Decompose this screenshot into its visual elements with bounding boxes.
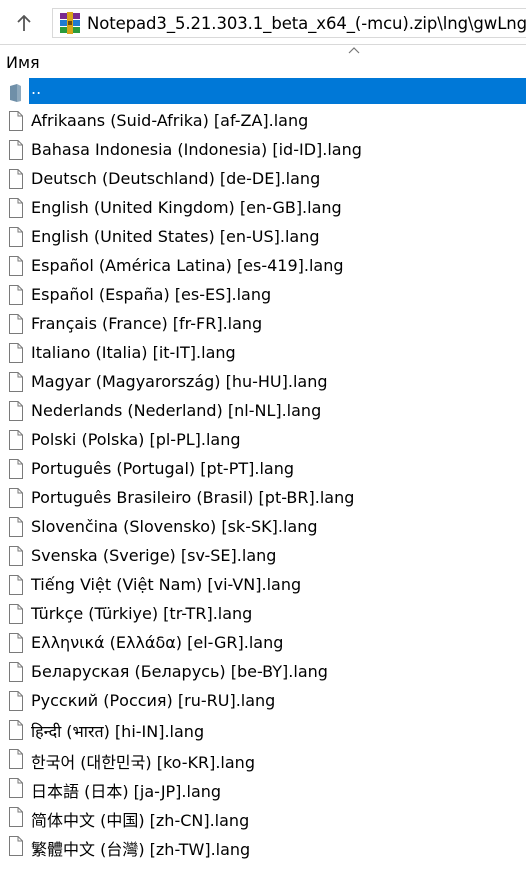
list-item[interactable]: 日本語 (日本) [ja-JP].lang <box>0 774 526 803</box>
list-item[interactable]: 繁體中文 (台灣) [zh-TW].lang <box>0 832 526 861</box>
file-icon <box>9 372 23 392</box>
list-item[interactable]: English (United Kingdom) [en-GB].lang <box>0 194 526 223</box>
list-item[interactable]: Español (América Latina) [es-419].lang <box>0 252 526 281</box>
file-name: Беларуская (Беларусь) [be-BY].lang <box>31 662 328 681</box>
list-item[interactable]: Magyar (Magyarország) [hu-HU].lang <box>0 368 526 397</box>
file-icon <box>9 836 23 856</box>
toolbar: Notepad3_5.21.303.1_beta_x64_(-mcu).zip\… <box>0 0 526 45</box>
address-path: Notepad3_5.21.303.1_beta_x64_(-mcu).zip\… <box>87 13 526 33</box>
file-name: Türkçe (Türkiye) [tr-TR].lang <box>31 604 253 623</box>
selection-highlight <box>29 78 526 104</box>
file-icon <box>9 314 23 334</box>
file-name: Français (France) [fr-FR].lang <box>31 314 263 333</box>
file-icon <box>9 401 23 421</box>
up-button[interactable] <box>8 7 40 39</box>
arrow-up-icon <box>17 15 31 31</box>
file-name: हिन्दी (भारत) [hi-IN].lang <box>31 722 205 741</box>
file-name: Português Brasileiro (Brasil) [pt-BR].la… <box>31 488 355 507</box>
list-item[interactable]: Tiếng Việt (Việt Nam) [vi-VN].lang <box>0 571 526 600</box>
sort-ascending-icon <box>348 47 360 54</box>
file-name: .. <box>31 79 42 98</box>
file-icon <box>9 459 23 479</box>
list-item[interactable]: Polski (Polska) [pl-PL].lang <box>0 426 526 455</box>
file-name: Italiano (Italia) [it-IT].lang <box>31 343 236 362</box>
file-name: 日本語 (日本) [ja-JP].lang <box>31 782 222 801</box>
list-item[interactable]: Русский (Россия) [ru-RU].lang <box>0 687 526 716</box>
file-name: Bahasa Indonesia (Indonesia) [id-ID].lan… <box>31 140 362 159</box>
file-name: Português (Portugal) [pt-PT].lang <box>31 459 294 478</box>
file-icon <box>9 778 23 798</box>
file-name: Polski (Polska) [pl-PL].lang <box>31 430 241 449</box>
file-name: 简体中文 (中国) [zh-CN].lang <box>31 811 250 830</box>
file-icon <box>9 140 23 160</box>
column-name-header[interactable]: Имя <box>6 53 40 72</box>
list-item[interactable]: Deutsch (Deutschland) [de-DE].lang <box>0 165 526 194</box>
list-item[interactable]: Ελληνικά (Ελλάδα) [el-GR].lang <box>0 629 526 658</box>
file-icon <box>9 749 23 769</box>
file-icon <box>9 807 23 827</box>
file-icon <box>9 111 23 131</box>
file-icon <box>9 633 23 653</box>
list-item[interactable]: Afrikaans (Suid-Afrika) [af-ZA].lang <box>0 107 526 136</box>
file-name: Deutsch (Deutschland) [de-DE].lang <box>31 169 321 188</box>
file-name: Svenska (Sverige) [sv-SE].lang <box>31 546 277 565</box>
list-item[interactable]: Türkçe (Türkiye) [tr-TR].lang <box>0 600 526 629</box>
column-header[interactable]: Имя <box>0 45 526 76</box>
file-icon <box>9 517 23 537</box>
file-name: Tiếng Việt (Việt Nam) [vi-VN].lang <box>31 575 302 594</box>
list-item[interactable]: Français (France) [fr-FR].lang <box>0 310 526 339</box>
list-item[interactable]: हिन्दी (भारत) [hi-IN].lang <box>0 716 526 745</box>
file-name: Español (España) [es-ES].lang <box>31 285 272 304</box>
list-item[interactable]: Bahasa Indonesia (Indonesia) [id-ID].lan… <box>0 136 526 165</box>
list-item[interactable]: Español (España) [es-ES].lang <box>0 281 526 310</box>
folder-up-icon <box>10 84 21 102</box>
file-icon <box>9 198 23 218</box>
file-icon <box>9 575 23 595</box>
file-icon <box>9 604 23 624</box>
list-item[interactable]: 简体中文 (中国) [zh-CN].lang <box>0 803 526 832</box>
file-name: English (United States) [en-US].lang <box>31 227 320 246</box>
file-name: Español (América Latina) [es-419].lang <box>31 256 344 275</box>
file-icon <box>9 662 23 682</box>
list-item[interactable]: Nederlands (Nederland) [nl-NL].lang <box>0 397 526 426</box>
list-item[interactable]: English (United States) [en-US].lang <box>0 223 526 252</box>
winrar-archive-icon <box>60 12 80 34</box>
file-icon <box>9 285 23 305</box>
parent-folder-item[interactable]: .. <box>0 78 526 107</box>
file-name: Nederlands (Nederland) [nl-NL].lang <box>31 401 322 420</box>
file-icon <box>9 546 23 566</box>
list-item[interactable]: Português (Portugal) [pt-PT].lang <box>0 455 526 484</box>
file-name: Magyar (Magyarország) [hu-HU].lang <box>31 372 328 391</box>
list-item[interactable]: Slovenčina (Slovensko) [sk-SK].lang <box>0 513 526 542</box>
file-icon <box>9 488 23 508</box>
file-name: Slovenčina (Slovensko) [sk-SK].lang <box>31 517 318 536</box>
list-item[interactable]: Svenska (Sverige) [sv-SE].lang <box>0 542 526 571</box>
address-bar[interactable]: Notepad3_5.21.303.1_beta_x64_(-mcu).zip\… <box>52 8 526 38</box>
list-item[interactable]: 한국어 (대한민국) [ko-KR].lang <box>0 745 526 774</box>
list-item[interactable]: Italiano (Italia) [it-IT].lang <box>0 339 526 368</box>
file-icon <box>9 691 23 711</box>
list-item[interactable]: Português Brasileiro (Brasil) [pt-BR].la… <box>0 484 526 513</box>
file-icon <box>9 343 23 363</box>
file-name: English (United Kingdom) [en-GB].lang <box>31 198 342 217</box>
file-name: 한국어 (대한민국) [ko-KR].lang <box>31 753 255 772</box>
file-icon <box>9 169 23 189</box>
file-icon <box>9 430 23 450</box>
list-item[interactable]: Беларуская (Беларусь) [be-BY].lang <box>0 658 526 687</box>
file-name: Ελληνικά (Ελλάδα) [el-GR].lang <box>31 633 284 652</box>
file-name: Afrikaans (Suid-Afrika) [af-ZA].lang <box>31 111 309 130</box>
file-name: 繁體中文 (台灣) [zh-TW].lang <box>31 840 251 859</box>
file-icon <box>9 227 23 247</box>
file-list: .. Afrikaans (Suid-Afrika) [af-ZA].lang Ba… <box>0 78 526 861</box>
file-icon <box>9 256 23 276</box>
file-icon <box>9 720 23 740</box>
file-name: Русский (Россия) [ru-RU].lang <box>31 691 276 710</box>
